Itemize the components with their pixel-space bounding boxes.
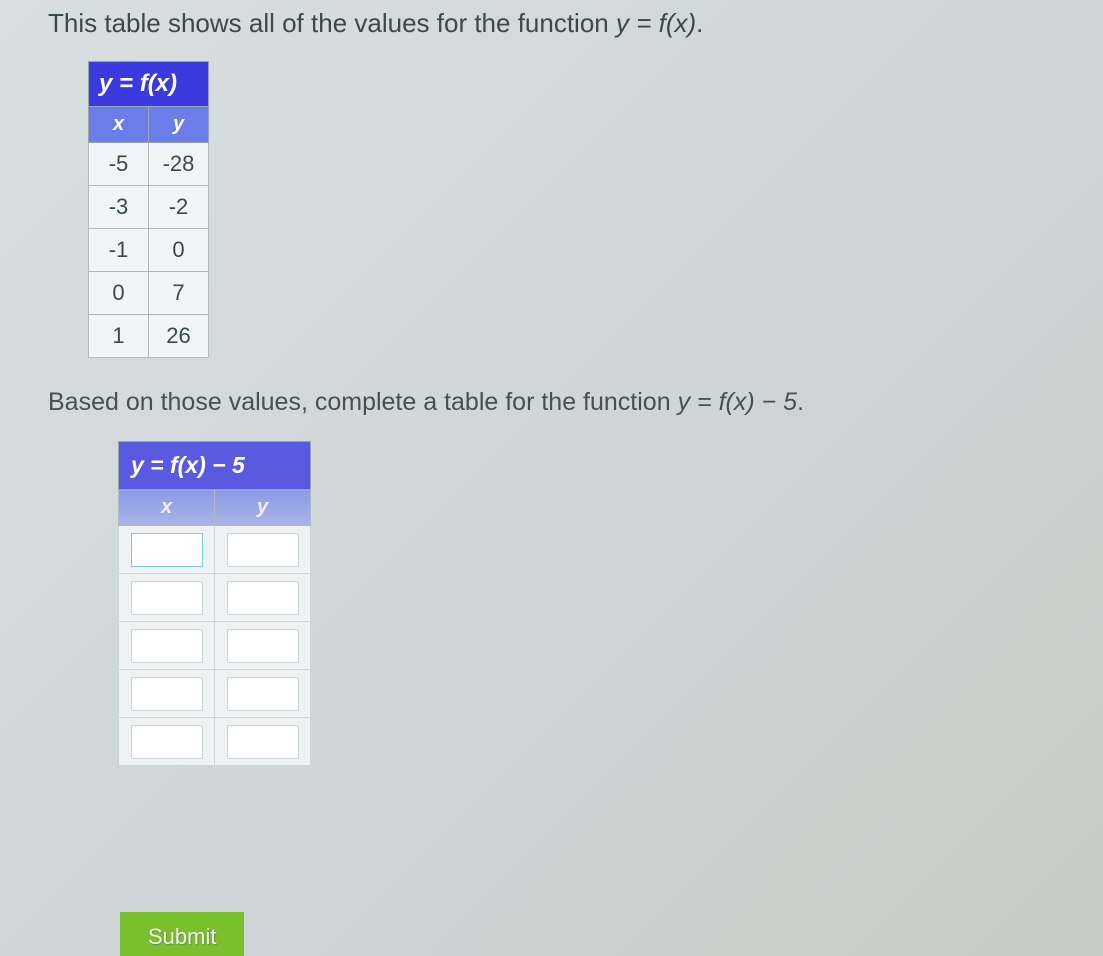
table-2-col-x: x <box>119 490 215 526</box>
prompt-2-post: . <box>797 388 804 416</box>
cell-x <box>119 526 215 574</box>
table-row <box>119 718 311 766</box>
table-row <box>119 622 311 670</box>
prompt-2-pre: Based on those values, complete a table … <box>48 388 678 416</box>
prompt-1-post: . <box>696 8 703 38</box>
table-row: -3-2 <box>89 186 209 229</box>
submit-button[interactable]: Submit <box>120 912 244 956</box>
y-input[interactable] <box>227 581 299 615</box>
cell-y: 7 <box>149 272 209 315</box>
table-row <box>119 670 311 718</box>
y-input[interactable] <box>227 677 299 711</box>
table-2-wrap: y = f(x) − 5 x y <box>118 441 1103 766</box>
table-row: -5-28 <box>89 143 209 186</box>
prompt-1: This table shows all of the values for t… <box>48 8 1103 39</box>
cell-y <box>215 718 311 766</box>
cell-y: -2 <box>149 186 209 229</box>
cell-y: 0 <box>149 229 209 272</box>
prompt-1-eq: y = f(x) <box>616 8 696 38</box>
table-1-wrap: y = f(x) x y -5-28 -3-2 -10 07 126 <box>88 61 1103 358</box>
cell-x: -3 <box>89 186 149 229</box>
table-1-col-x: x <box>89 107 149 143</box>
function-table-2: y = f(x) − 5 x y <box>118 441 311 766</box>
cell-y <box>215 670 311 718</box>
cell-y <box>215 526 311 574</box>
x-input[interactable] <box>131 581 203 615</box>
y-input[interactable] <box>227 725 299 759</box>
cell-x <box>119 622 215 670</box>
table-2-col-y: y <box>215 490 311 526</box>
table-row <box>119 526 311 574</box>
x-input[interactable] <box>131 677 203 711</box>
prompt-2: Based on those values, complete a table … <box>48 388 1103 417</box>
x-input[interactable] <box>131 533 203 567</box>
cell-x: -5 <box>89 143 149 186</box>
y-input[interactable] <box>227 533 299 567</box>
prompt-1-pre: This table shows all of the values for t… <box>48 8 616 38</box>
cell-y: 26 <box>149 315 209 358</box>
table-row: 126 <box>89 315 209 358</box>
cell-x: -1 <box>89 229 149 272</box>
y-input[interactable] <box>227 629 299 663</box>
table-2-title: y = f(x) − 5 <box>119 442 311 490</box>
x-input[interactable] <box>131 629 203 663</box>
cell-x: 0 <box>89 272 149 315</box>
table-row <box>119 574 311 622</box>
table-1-col-y: y <box>149 107 209 143</box>
cell-x <box>119 574 215 622</box>
prompt-2-eq: y = f(x) − 5 <box>678 388 797 416</box>
cell-y <box>215 574 311 622</box>
x-input[interactable] <box>131 725 203 759</box>
cell-x: 1 <box>89 315 149 358</box>
table-row: 07 <box>89 272 209 315</box>
cell-y: -28 <box>149 143 209 186</box>
table-row: -10 <box>89 229 209 272</box>
cell-x <box>119 670 215 718</box>
cell-x <box>119 718 215 766</box>
function-table-1: y = f(x) x y -5-28 -3-2 -10 07 126 <box>88 61 209 358</box>
cell-y <box>215 622 311 670</box>
table-1-title: y = f(x) <box>89 62 209 107</box>
